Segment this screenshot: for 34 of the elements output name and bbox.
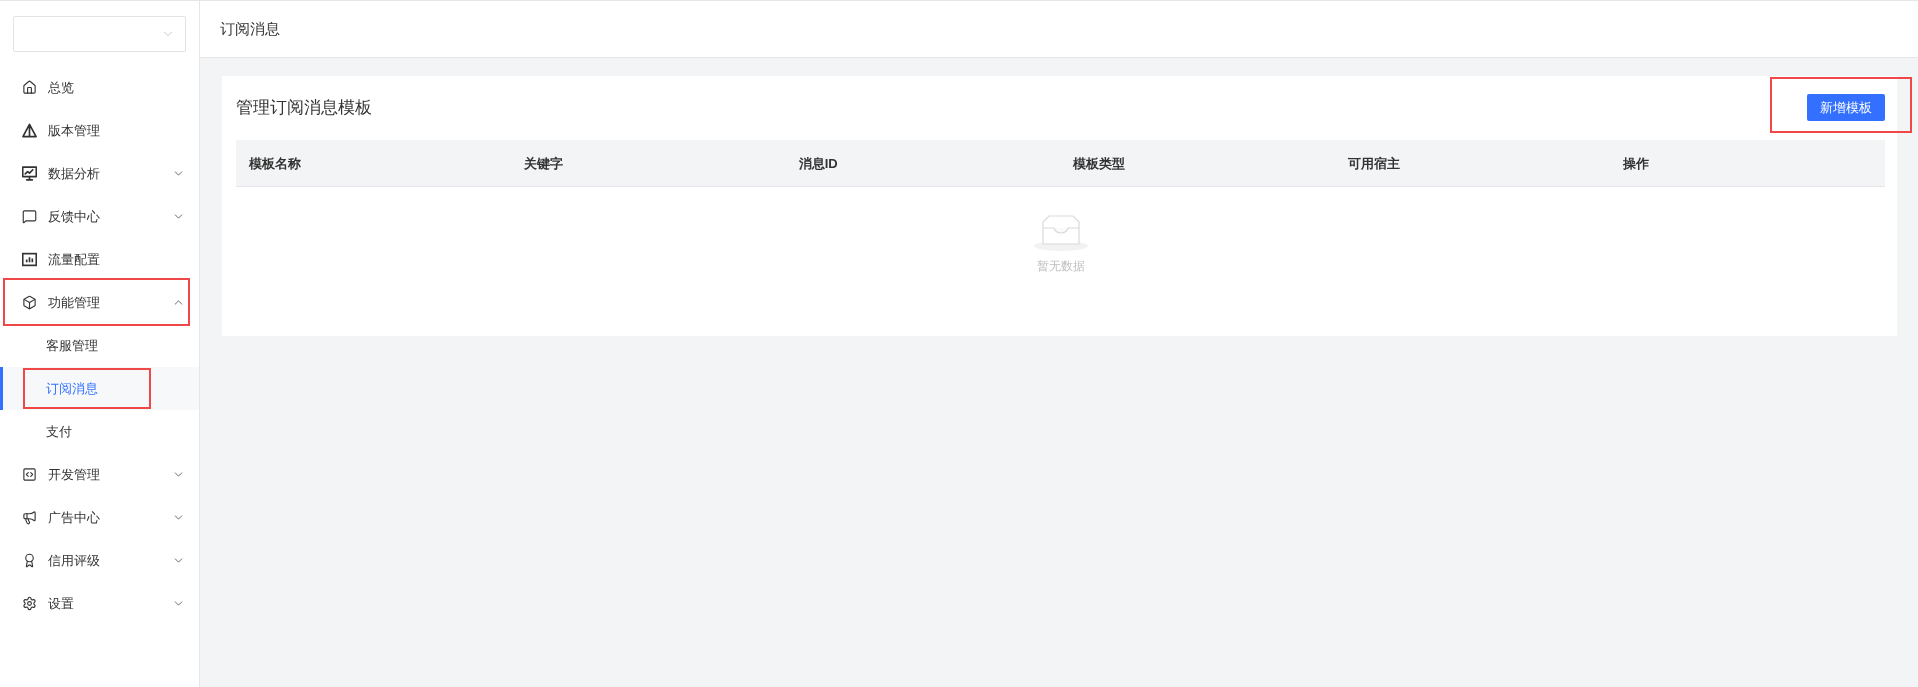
megaphone-icon (22, 510, 37, 525)
empty-inbox-icon (1033, 215, 1088, 251)
sidebar-menu-item[interactable]: 数据分析 (0, 152, 199, 195)
sidebar-menu-item[interactable]: 广告中心 (0, 496, 199, 539)
column-header: 关键字 (523, 156, 563, 171)
sidebar-menu-item[interactable]: 功能管理 (0, 281, 199, 324)
sidebar-menu-item[interactable]: 版本管理 (0, 109, 199, 152)
monitor-chart-icon (22, 166, 37, 181)
submenu-item[interactable]: 订阅消息 (0, 367, 199, 410)
award-icon (22, 553, 37, 568)
sidebar-menu-item[interactable]: 流量配置 (0, 238, 199, 281)
sidebar-menu-item[interactable]: 信用评级 (0, 539, 199, 582)
column-header: 可用宿主 (1348, 156, 1401, 171)
empty-state-text: 暂无数据 (1036, 258, 1085, 275)
code-square-icon (22, 467, 37, 482)
submenu-item[interactable]: 支付 (0, 410, 199, 453)
column-header: 消息ID (798, 156, 838, 171)
sidebar-menu-item[interactable]: 开发管理 (0, 453, 199, 496)
app-select-field[interactable] (13, 16, 186, 52)
cube-icon (22, 295, 37, 310)
sidebar-menu-item[interactable]: 反馈中心 (0, 195, 199, 238)
submenu-item[interactable]: 客服管理 (0, 324, 199, 367)
column-header: 操作 (1623, 156, 1650, 171)
bar-chart-icon (22, 252, 37, 267)
house-icon (22, 80, 37, 95)
sidebar-menu-item[interactable]: 总览 (0, 66, 199, 109)
settings-icon (22, 596, 37, 611)
tent-icon (22, 123, 37, 138)
column-header: 模板类型 (1073, 156, 1126, 171)
sidebar-menu-item[interactable]: 设置 (0, 582, 199, 625)
card-title: 管理订阅消息模板 (236, 96, 372, 119)
add-template-button[interactable]: 新增模板 (1807, 94, 1885, 121)
column-header: 模板名称 (249, 156, 301, 171)
page-title: 订阅消息 (220, 18, 280, 39)
